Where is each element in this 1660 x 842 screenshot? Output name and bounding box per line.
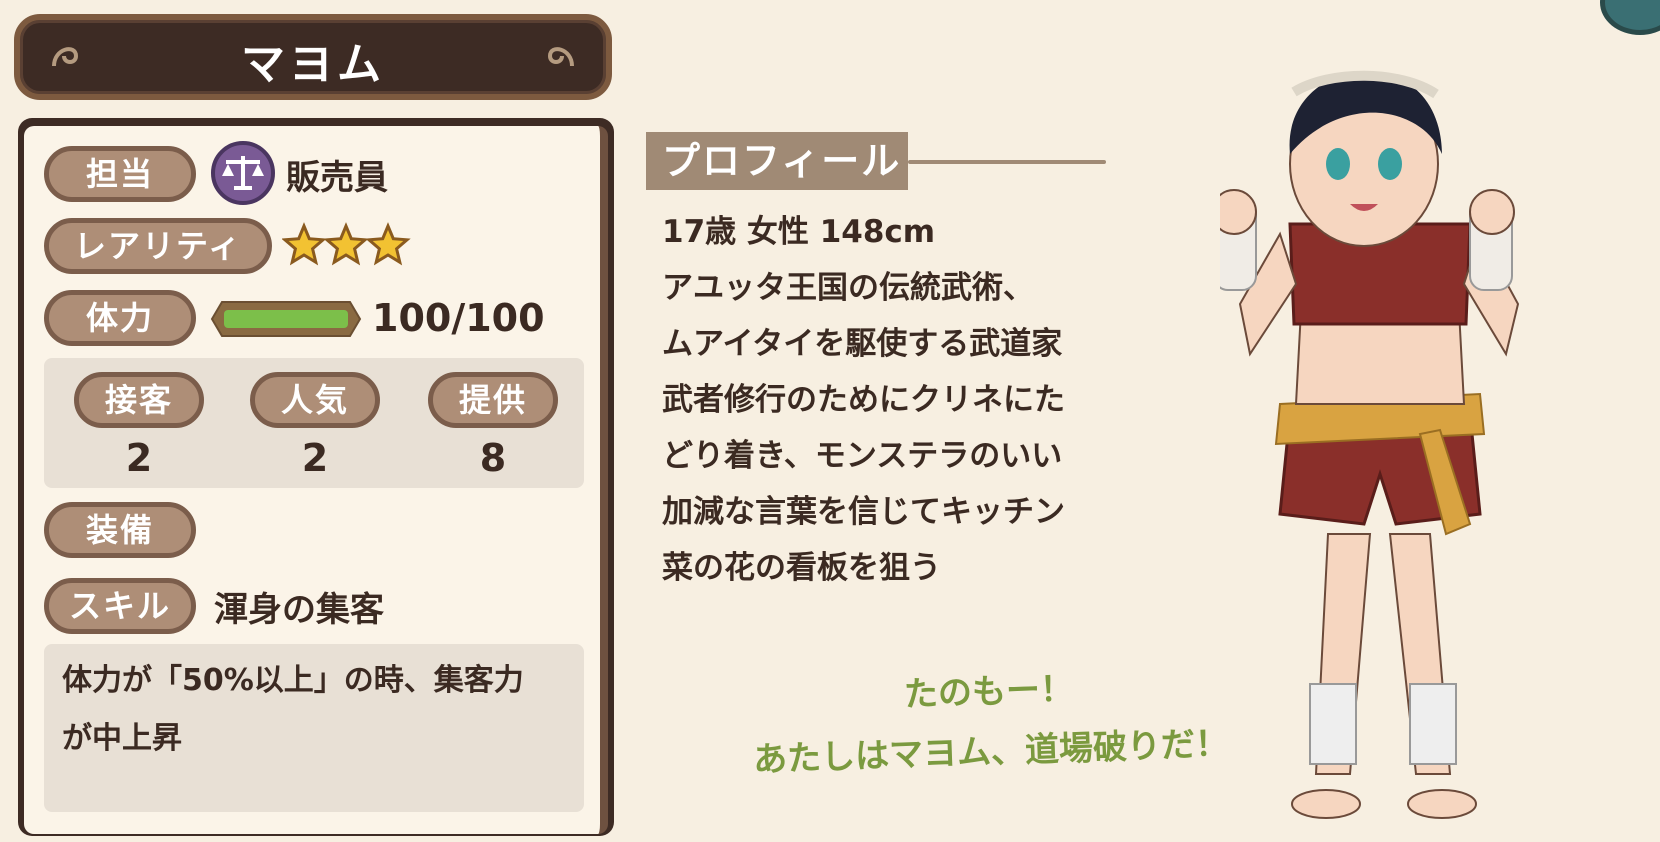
hp-label: 体力 xyxy=(44,290,196,346)
hp-value: 100/100 xyxy=(372,296,545,340)
skill-description-line: 体力が「50%以上」の時、集客力 xyxy=(62,663,524,698)
stat-value-popularity: 2 xyxy=(301,436,329,480)
stat-label-supply: 提供 xyxy=(428,372,558,428)
scales-icon xyxy=(211,141,275,205)
hp-bar-fill xyxy=(224,310,348,328)
skill-name: 渾身の集客 xyxy=(214,590,384,630)
equip-label: 装備 xyxy=(44,502,196,558)
role-value: 販売員 xyxy=(286,158,388,198)
stat-label-service: 接客 xyxy=(74,372,204,428)
hp-bar xyxy=(210,301,362,337)
character-illustration xyxy=(1220,70,1520,819)
rarity-stars xyxy=(282,222,411,266)
ornament-icon xyxy=(547,47,574,67)
profile-divider xyxy=(908,160,1106,164)
character-name-banner: マヨム xyxy=(14,14,612,100)
stat-value-service: 2 xyxy=(125,436,153,480)
skill-label: スキル xyxy=(44,578,196,634)
star-icon xyxy=(365,222,411,266)
corner-menu-button[interactable] xyxy=(1600,0,1660,35)
stat-value-supply: 8 xyxy=(479,436,507,480)
star-icon xyxy=(282,222,327,266)
skill-description-line: が中上昇 xyxy=(62,721,182,756)
profile-heading: プロフィール xyxy=(646,132,908,190)
rarity-label: レアリティ xyxy=(44,218,272,274)
skill-description: 体力が「50%以上」の時、集客力 が中上昇 xyxy=(62,652,562,768)
character-name: マヨム xyxy=(241,39,385,90)
star-icon xyxy=(323,222,369,266)
character-quote: たのもー！ あたしはマヨム、道場破りだ！ xyxy=(752,669,1230,781)
stat-label-popularity: 人気 xyxy=(250,372,380,428)
role-label: 担当 xyxy=(44,146,196,202)
profile-text: 17歳 女性 148cm アユッタ王国の伝統武術、 ムアイタイを駆使する武道家 … xyxy=(662,214,1065,586)
